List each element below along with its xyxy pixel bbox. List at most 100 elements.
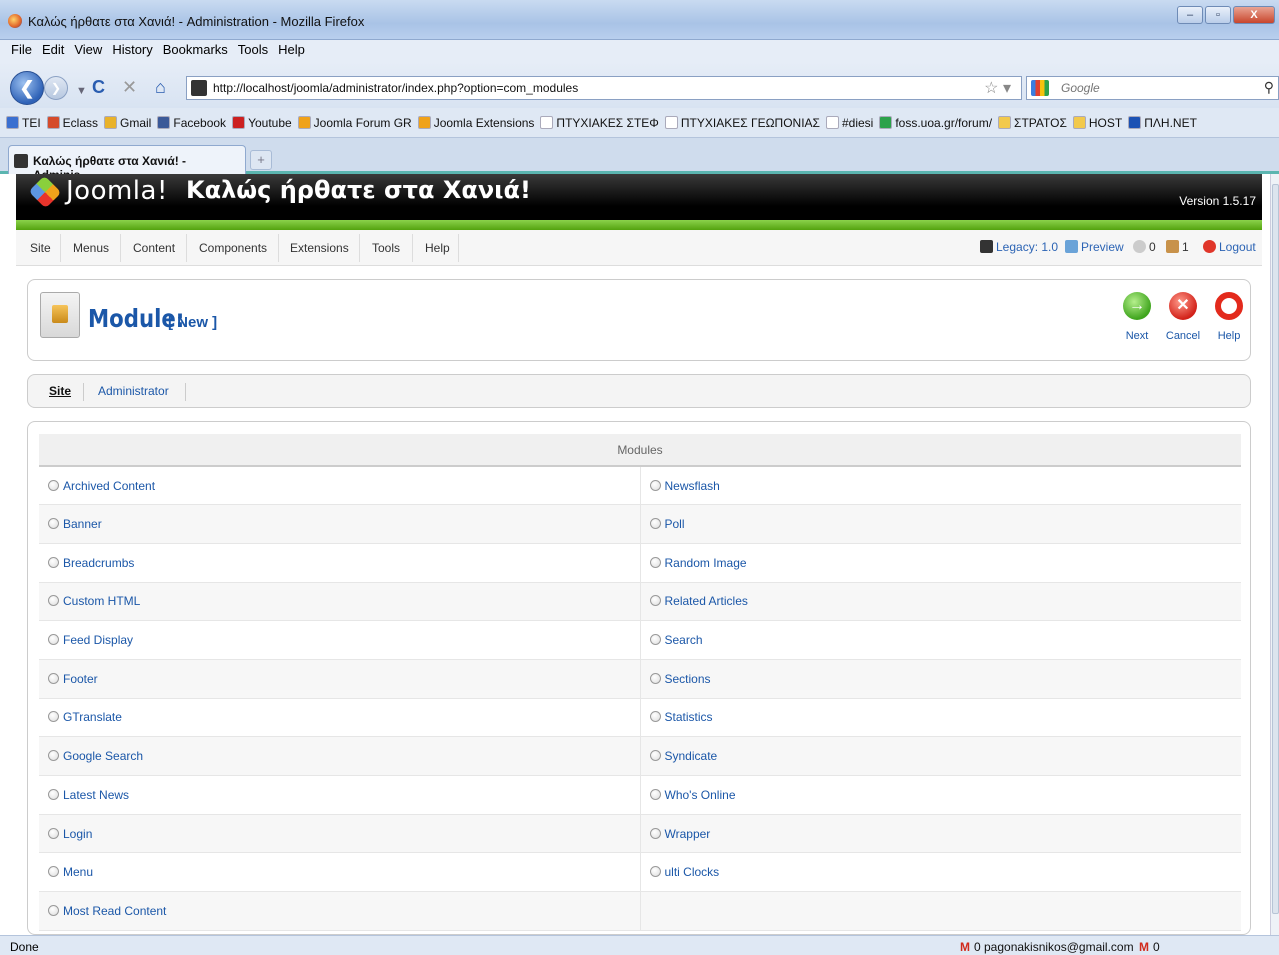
module-radio[interactable] [649, 827, 661, 839]
module-radio[interactable] [649, 788, 661, 800]
gmail-notifier-1[interactable]: M 0 pagonakisnikos@gmail.com [960, 940, 1134, 954]
bookmark-item[interactable]: Joomla Extensions [417, 116, 534, 130]
menu-bookmarks[interactable]: Bookmarks [158, 40, 233, 59]
bookmark-item[interactable]: Joomla Forum GR [297, 116, 412, 130]
module-label[interactable]: Custom HTML [63, 594, 140, 608]
admin-menu-help[interactable]: Help [425, 241, 450, 255]
module-label[interactable]: Syndicate [665, 749, 718, 763]
scrollbar-thumb[interactable] [1272, 184, 1279, 914]
preview-link[interactable]: Preview [1065, 240, 1124, 254]
subnav-site[interactable]: Site [49, 384, 71, 398]
url-text[interactable]: http://localhost/joomla/administrator/in… [213, 81, 578, 95]
page-scrollbar[interactable] [1270, 174, 1279, 935]
module-radio[interactable] [48, 827, 59, 839]
module-radio[interactable] [48, 634, 59, 646]
module-label[interactable]: Random Image [665, 556, 747, 570]
new-tab-button[interactable]: + [250, 150, 272, 170]
module-label[interactable]: Poll [665, 517, 685, 531]
module-label[interactable]: Statistics [665, 710, 713, 724]
module-radio[interactable] [48, 711, 59, 723]
subnav-administrator[interactable]: Administrator [98, 384, 169, 398]
module-radio[interactable] [48, 904, 59, 916]
search-icon[interactable]: ⚲ [1264, 79, 1274, 96]
search-bar[interactable]: ⚲ [1026, 76, 1279, 100]
bookmark-item[interactable]: foss.uoa.gr/forum/ [879, 116, 992, 130]
history-dropdown-icon[interactable]: ▼ [76, 81, 87, 101]
minimize-button[interactable]: – [1177, 6, 1203, 24]
admin-menu-extensions[interactable]: Extensions [290, 241, 349, 255]
bookmark-item[interactable]: ΠΤΥΧΙΑΚΕΣ ΓΕΩΠΟΝΙΑΣ [664, 116, 820, 130]
module-radio[interactable] [649, 711, 661, 723]
module-label[interactable]: Sections [665, 672, 711, 686]
bookmark-item[interactable]: Gmail [104, 116, 151, 130]
forward-button[interactable]: ❯ [44, 76, 68, 100]
close-button[interactable]: X [1233, 6, 1275, 24]
module-label[interactable]: Login [63, 827, 92, 841]
menu-history[interactable]: History [107, 40, 157, 59]
module-radio[interactable] [649, 595, 661, 607]
module-label[interactable]: Wrapper [665, 827, 711, 841]
module-label[interactable]: Related Articles [665, 594, 748, 608]
module-label[interactable]: Latest News [63, 788, 129, 802]
module-radio[interactable] [649, 634, 661, 646]
module-radio[interactable] [48, 518, 59, 530]
module-radio[interactable] [48, 788, 59, 800]
gmail-notifier-2[interactable]: M0 nike19851@gmail.com [1139, 940, 1279, 955]
admin-menu-menus[interactable]: Menus [73, 241, 109, 255]
bookmark-item[interactable]: ΣΤΡΑΤΟΣ [998, 116, 1067, 130]
reload-icon[interactable]: C [92, 77, 105, 97]
logout-link[interactable]: Logout [1203, 240, 1256, 254]
module-label[interactable]: Breadcrumbs [63, 556, 134, 570]
bookmark-item[interactable]: #diesi [825, 116, 873, 130]
bookmark-item[interactable]: ΠΤΥΧΙΑΚΕΣ ΣΤΕΦ [540, 116, 659, 130]
module-label[interactable]: ulti Clocks [665, 865, 720, 879]
module-radio[interactable] [48, 672, 59, 684]
module-label[interactable]: Most Read Content [63, 904, 166, 918]
home-icon[interactable]: ⌂ [155, 77, 166, 97]
module-label[interactable]: Newsflash [665, 479, 720, 493]
module-label[interactable]: Archived Content [63, 479, 155, 493]
messages-count[interactable]: 0 [1133, 240, 1156, 254]
module-label[interactable]: Menu [63, 865, 93, 879]
admin-menu-tools[interactable]: Tools [372, 241, 400, 255]
module-radio[interactable] [48, 866, 59, 878]
help-button[interactable]: Help [1209, 292, 1249, 342]
module-radio[interactable] [649, 866, 661, 878]
module-label[interactable]: Search [665, 633, 703, 647]
module-label[interactable]: Banner [63, 517, 102, 531]
bookmark-item[interactable]: TEI [6, 116, 41, 130]
bookmark-item[interactable]: Facebook [157, 116, 226, 130]
module-label[interactable]: Google Search [63, 749, 143, 763]
module-radio[interactable] [48, 595, 59, 607]
admin-menu-content[interactable]: Content [133, 241, 175, 255]
admin-menu-components[interactable]: Components [199, 241, 267, 255]
menu-edit[interactable]: Edit [37, 40, 69, 59]
module-radio[interactable] [48, 479, 59, 491]
next-button[interactable]: → Next [1117, 292, 1157, 342]
tab-joomla-admin[interactable]: Καλώς ήρθατε στα Χανιά! - Adminis... [8, 145, 246, 182]
menu-help[interactable]: Help [273, 40, 310, 59]
menu-tools[interactable]: Tools [233, 40, 273, 59]
admin-menu-site[interactable]: Site [30, 241, 51, 255]
module-radio[interactable] [48, 750, 59, 762]
back-button[interactable]: ❮ [10, 71, 44, 105]
stop-icon[interactable]: ✕ [122, 77, 137, 97]
menu-file[interactable]: File [6, 40, 37, 59]
module-radio[interactable] [649, 479, 661, 491]
module-label[interactable]: GTranslate [63, 710, 122, 724]
url-bar[interactable]: http://localhost/joomla/administrator/in… [186, 76, 1022, 100]
module-radio[interactable] [649, 518, 661, 530]
cancel-button[interactable]: ✕ Cancel [1163, 292, 1203, 342]
maximize-button[interactable]: ▫ [1205, 6, 1231, 24]
users-count[interactable]: 1 [1166, 240, 1189, 254]
module-radio[interactable] [649, 750, 661, 762]
module-label[interactable]: Footer [63, 672, 98, 686]
bookmark-star-icon[interactable]: ☆ ▾ [984, 78, 1011, 98]
bookmark-item[interactable]: ΠΛΗ.ΝΕΤ [1128, 116, 1197, 130]
module-label[interactable]: Who's Online [665, 788, 736, 802]
module-label[interactable]: Feed Display [63, 633, 133, 647]
google-icon[interactable] [1031, 80, 1049, 96]
bookmark-item[interactable]: Youtube [232, 116, 292, 130]
module-radio[interactable] [649, 556, 661, 568]
module-radio[interactable] [649, 672, 661, 684]
